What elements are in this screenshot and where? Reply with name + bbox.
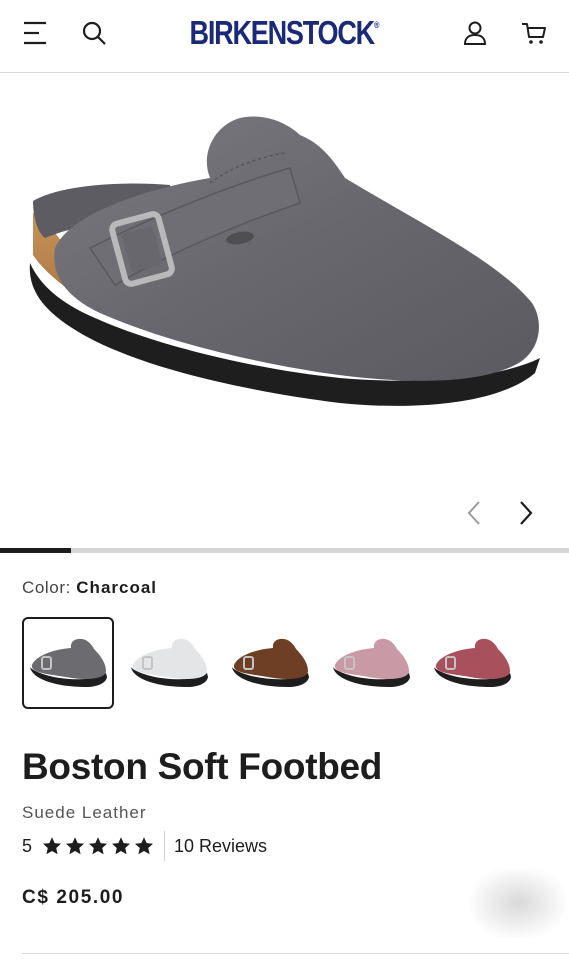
chevron-left-icon: [467, 501, 480, 525]
gallery-progress-bar: [0, 548, 569, 553]
swatch-image-light-gray: [131, 638, 208, 687]
menu-icon[interactable]: [20, 16, 52, 50]
account-icon[interactable]: [459, 16, 491, 50]
product-material: Suede Leather: [22, 803, 147, 822]
rating-divider: [164, 831, 166, 861]
brand-logo[interactable]: BIRKENSTOCK®: [51, 14, 518, 52]
swatch-light-gray[interactable]: [123, 617, 215, 709]
product-image-gallery[interactable]: [0, 73, 569, 550]
registered-mark: ®: [373, 20, 380, 30]
color-swatches: [22, 617, 542, 711]
star-icon: [66, 837, 85, 855]
swatch-image-berry: [434, 638, 511, 687]
swatch-image-charcoal: [30, 638, 107, 687]
chevron-right-icon: [520, 501, 533, 525]
swatch-brown[interactable]: [224, 617, 316, 709]
gallery-progress-fill: [0, 548, 72, 553]
product-image-clog: [29, 116, 540, 406]
section-divider: [22, 953, 569, 954]
star-icon: [89, 837, 108, 855]
next-image-button[interactable]: [511, 498, 541, 528]
star-icon: [112, 837, 131, 855]
swatch-charcoal[interactable]: [22, 617, 114, 709]
product-title: Boston Soft Footbed: [22, 746, 383, 787]
brand-name: BIRKENSTOCK: [189, 14, 376, 51]
previous-image-button[interactable]: [459, 498, 489, 528]
star-icon: [135, 837, 154, 855]
rating-value: 5: [22, 835, 33, 856]
color-label: Color:: [22, 578, 71, 597]
swatch-berry[interactable]: [426, 617, 518, 709]
swatch-image-pink: [333, 638, 410, 687]
reviews-link[interactable]: 10 Reviews: [174, 836, 267, 857]
rating-row: 5 10 Reviews: [22, 831, 267, 861]
swatch-image-brown: [232, 638, 309, 687]
product-price: C$ 205.00: [22, 887, 125, 908]
star-icon: [43, 837, 62, 855]
chat-widget-button[interactable]: [470, 868, 566, 938]
site-header: BIRKENSTOCK®: [0, 0, 569, 73]
color-label-row: Color: Charcoal: [22, 578, 157, 598]
star-rating: [42, 836, 154, 856]
cart-icon[interactable]: [518, 16, 550, 50]
selected-color-name: Charcoal: [76, 578, 158, 597]
swatch-pink[interactable]: [325, 617, 417, 709]
